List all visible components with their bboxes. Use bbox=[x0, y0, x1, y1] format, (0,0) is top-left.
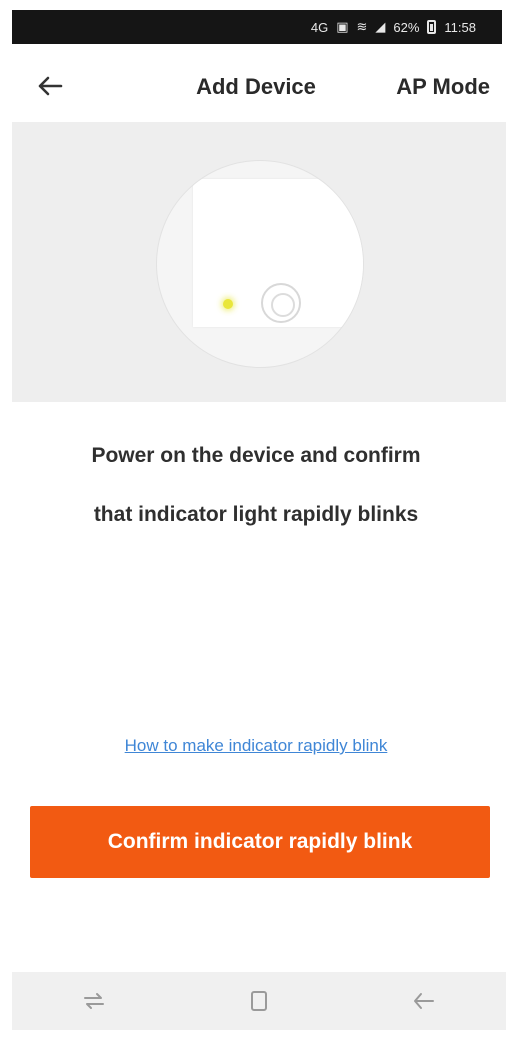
home-icon bbox=[250, 991, 267, 1011]
ap-mode-link[interactable]: AP Mode bbox=[396, 74, 490, 100]
indicator-light bbox=[223, 299, 233, 309]
battery-percent: 62% bbox=[393, 19, 420, 35]
wifi-icon: ≋ bbox=[356, 19, 368, 34]
home-button[interactable] bbox=[229, 981, 289, 1021]
status-bar: 4G ▣ ≋ ◢ 62% 11:58 bbox=[12, 10, 502, 44]
nfc-icon: ▣ bbox=[336, 19, 349, 34]
illustration-circle bbox=[156, 160, 364, 368]
device-power-button bbox=[261, 283, 301, 323]
nav-back-button[interactable] bbox=[394, 981, 454, 1021]
navigation-bar bbox=[12, 972, 506, 1030]
instruction-line-2: that indicator light rapidly blinks bbox=[93, 503, 419, 526]
back-icon bbox=[413, 993, 434, 1009]
help-link[interactable]: How to make indicator rapidly blink bbox=[0, 736, 512, 756]
clock: 11:58 bbox=[444, 19, 476, 35]
device-front bbox=[193, 179, 363, 327]
confirm-button[interactable]: Confirm indicator rapidly blink bbox=[30, 806, 490, 878]
instruction-line-1: Power on the device and confirm bbox=[91, 444, 421, 467]
network-type: 4G bbox=[310, 19, 329, 35]
device-illustration bbox=[12, 122, 506, 402]
recent-apps-icon bbox=[84, 993, 105, 1009]
app-header: Add Device AP Mode bbox=[0, 52, 512, 120]
battery-icon bbox=[427, 20, 437, 34]
recent-apps-button[interactable] bbox=[64, 981, 124, 1021]
signal-icon: ◢ bbox=[375, 19, 386, 34]
